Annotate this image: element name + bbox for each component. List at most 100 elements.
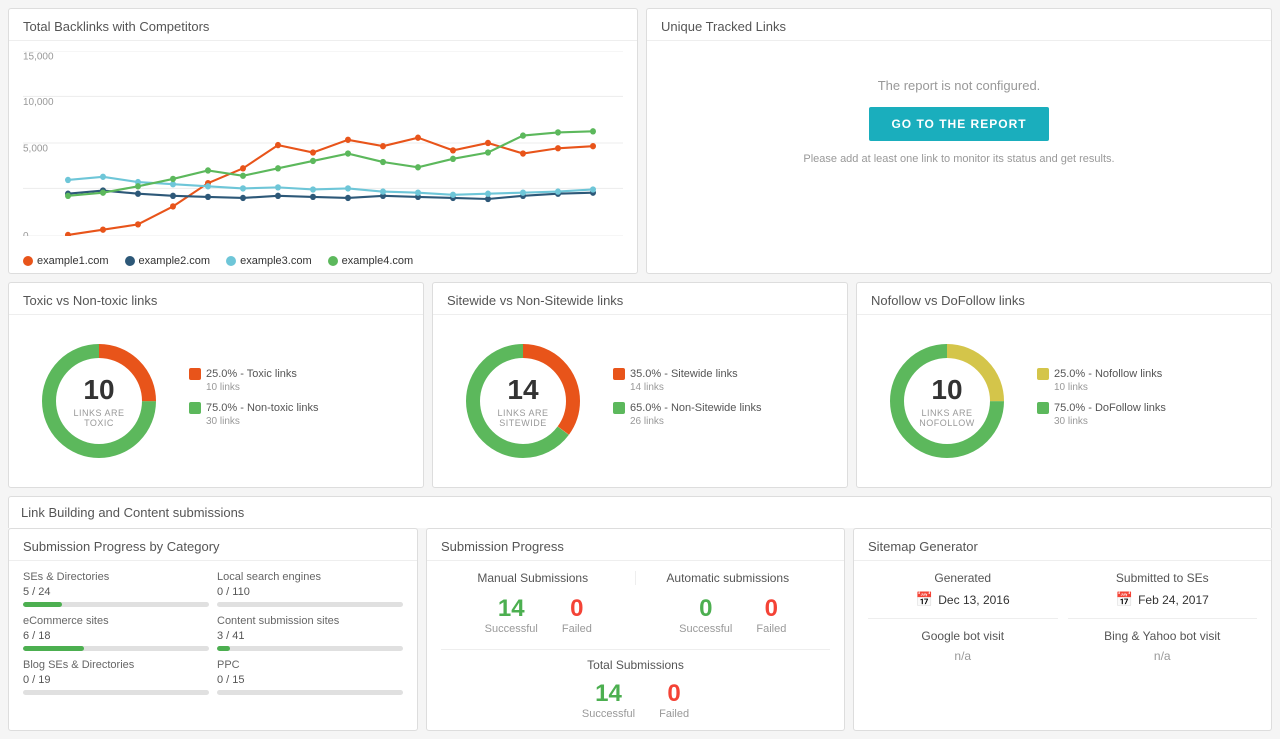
- sitemap-title: Sitemap Generator: [854, 529, 1271, 561]
- auto-values: 0 Successful 0 Failed: [636, 595, 831, 635]
- manual-section: Manual Submissions 14 Successful 0 Faile…: [441, 571, 636, 635]
- auto-section: Automatic submissions 0 Successful 0 Fai…: [636, 571, 831, 635]
- nofollow-legend-box-2: [1037, 402, 1049, 414]
- card-sitemap: Sitemap Generator Generated 📅 Dec 13, 20…: [853, 528, 1272, 731]
- svg-text:15,000: 15,000: [23, 51, 54, 62]
- sitemap-sub-date: Feb 24, 2017: [1138, 593, 1209, 607]
- backlinks-title: Total Backlinks with Competitors: [9, 9, 637, 41]
- total-success-label: Successful: [582, 708, 635, 720]
- total-label: Total Submissions: [441, 658, 830, 672]
- middle-row: Toxic vs Non-toxic links 10 LINKS ARE TO…: [8, 282, 1272, 488]
- backlinks-legend: example1.com example2.com example3.com e…: [9, 251, 637, 273]
- sitewide-number: 14: [488, 374, 558, 406]
- sub-count-2: 6 / 18: [23, 630, 209, 642]
- sub-fill-0: [23, 602, 62, 607]
- sub-count-0: 5 / 24: [23, 586, 209, 598]
- sitewide-legend-text-1: 35.0% - Sitewide links: [630, 367, 738, 382]
- toxic-legend-box-1: [189, 368, 201, 380]
- sitemap-submitted: Submitted to SEs 📅 Feb 24, 2017: [1068, 571, 1258, 608]
- legend-item-4: example4.com: [328, 255, 414, 267]
- prog-divider: [441, 649, 830, 650]
- sitewide-legend-count-1: 14 links: [630, 382, 738, 393]
- legend-dot-2: [125, 256, 135, 266]
- sitewide-legend-1: 35.0% - Sitewide links 14 links: [613, 367, 761, 393]
- sub-bar-4: [23, 690, 209, 695]
- sub-label-5: PPC: [217, 659, 403, 671]
- sub-label-0: SEs & Directories: [23, 571, 209, 583]
- auto-failed-num: 0: [756, 595, 786, 623]
- sitewide-legend-count-2: 26 links: [630, 416, 761, 427]
- manual-failed-label: Failed: [562, 623, 592, 635]
- go-to-report-button[interactable]: GO TO THE REPORT: [869, 107, 1048, 141]
- legend-item-2: example2.com: [125, 255, 211, 267]
- card-sitewide: Sitewide vs Non-Sitewide links 14 LINKS …: [432, 282, 848, 488]
- tracked-desc: Please add at least one link to monitor …: [803, 153, 1114, 165]
- backlinks-svg: 15,000 10,000 5,000 0: [23, 51, 623, 236]
- manual-success: 14 Successful: [485, 595, 538, 635]
- auto-success-num: 0: [679, 595, 732, 623]
- legend-dot-4: [328, 256, 338, 266]
- legend-label-2: example2.com: [139, 255, 211, 267]
- progress-title: Submission Progress: [427, 529, 844, 561]
- legend-label-3: example3.com: [240, 255, 312, 267]
- manual-values: 14 Successful 0 Failed: [441, 595, 636, 635]
- prog-row-1: Manual Submissions 14 Successful 0 Faile…: [441, 571, 830, 635]
- toxic-legend-count-2: 30 links: [206, 416, 319, 427]
- sub-label-1: Local search engines: [217, 571, 403, 583]
- toxic-legend-2: 75.0% - Non-toxic links 30 links: [189, 401, 319, 427]
- dashboard: Total Backlinks with Competitors 15,000 …: [0, 0, 1280, 739]
- sub-fill-3: [217, 646, 230, 651]
- toxic-label: LINKS ARE TOXIC: [64, 408, 134, 428]
- total-failed: 0 Failed: [659, 680, 689, 720]
- svg-text:10,000: 10,000: [23, 97, 54, 108]
- toxic-legend-count-1: 10 links: [206, 382, 297, 393]
- sitewide-legend-2: 65.0% - Non-Sitewide links 26 links: [613, 401, 761, 427]
- sitewide-legend-text-2: 65.0% - Non-Sitewide links: [630, 401, 761, 416]
- sub-label-2: eCommerce sites: [23, 615, 209, 627]
- bottom-header: Link Building and Content submissions: [8, 496, 1272, 528]
- sub-bar-5: [217, 690, 403, 695]
- sub-label-4: Blog SEs & Directories: [23, 659, 209, 671]
- sitemap-bing-label: Bing & Yahoo bot visit: [1068, 629, 1258, 643]
- legend-item-1: example1.com: [23, 255, 109, 267]
- top-row: Total Backlinks with Competitors 15,000 …: [8, 8, 1272, 274]
- legend-dot-1: [23, 256, 33, 266]
- sub-count-1: 0 / 110: [217, 586, 403, 598]
- nofollow-legend-text-1: 25.0% - Nofollow links: [1054, 367, 1162, 382]
- submission-grid: SEs & Directories 5 / 24 Local search en…: [9, 561, 417, 705]
- auto-success: 0 Successful: [679, 595, 732, 635]
- legend-dot-3: [226, 256, 236, 266]
- sitewide-legend-box-2: [613, 402, 625, 414]
- total-success-num: 14: [582, 680, 635, 708]
- toxic-content: 10 LINKS ARE TOXIC 25.0% - Toxic links 1…: [9, 315, 423, 487]
- toxic-title: Toxic vs Non-toxic links: [9, 283, 423, 315]
- total-failed-label: Failed: [659, 708, 689, 720]
- sitemap-bing-bot: Bing & Yahoo bot visit n/a: [1068, 618, 1258, 663]
- card-progress: Submission Progress Manual Submissions 1…: [426, 528, 845, 731]
- svg-text:5,000: 5,000: [23, 143, 48, 154]
- auto-title: Automatic submissions: [636, 571, 831, 585]
- sitewide-legend: 35.0% - Sitewide links 14 links 65.0% - …: [613, 367, 761, 436]
- toxic-center: 10 LINKS ARE TOXIC: [64, 374, 134, 428]
- sitemap-sub-label: Submitted to SEs: [1068, 571, 1258, 585]
- sub-item-3: Content submission sites 3 / 41: [217, 615, 403, 651]
- sitewide-content: 14 LINKS ARE SITEWIDE 35.0% - Sitewide l…: [433, 315, 847, 487]
- nofollow-title: Nofollow vs DoFollow links: [857, 283, 1271, 315]
- nofollow-content: 10 LINKS ARE NOFOLLOW 25.0% - Nofollow l…: [857, 315, 1271, 487]
- sitemap-google-label: Google bot visit: [868, 629, 1058, 643]
- sitewide-title: Sitewide vs Non-Sitewide links: [433, 283, 847, 315]
- sub-item-4: Blog SEs & Directories 0 / 19: [23, 659, 209, 695]
- sitemap-google-value: n/a: [868, 649, 1058, 663]
- sub-label-3: Content submission sites: [217, 615, 403, 627]
- sitewide-center: 14 LINKS ARE SITEWIDE: [488, 374, 558, 428]
- sub-bar-2: [23, 646, 209, 651]
- calendar-icon-1: 📅: [916, 591, 933, 608]
- card-backlinks: Total Backlinks with Competitors 15,000 …: [8, 8, 638, 274]
- calendar-icon-2: 📅: [1116, 591, 1133, 608]
- manual-failed: 0 Failed: [562, 595, 592, 635]
- legend-item-3: example3.com: [226, 255, 312, 267]
- toxic-donut-wrap: 10 LINKS ARE TOXIC: [29, 331, 169, 471]
- card-tracked: Unique Tracked Links The report is not c…: [646, 8, 1272, 274]
- nofollow-center: 10 LINKS ARE NOFOLLOW: [912, 374, 982, 428]
- auto-success-label: Successful: [679, 623, 732, 635]
